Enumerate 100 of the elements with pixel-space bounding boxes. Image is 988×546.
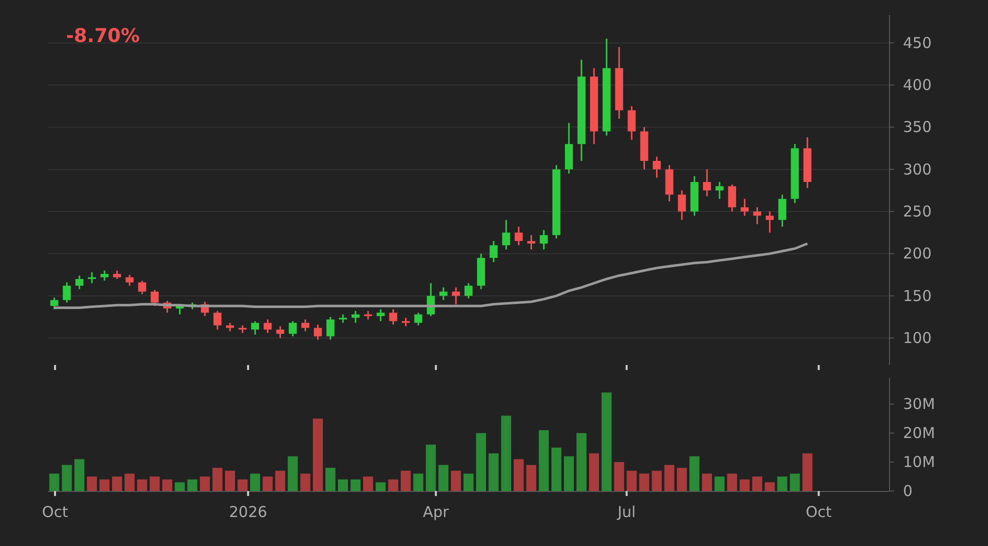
volume-bar (476, 433, 486, 491)
candlestick (62, 282, 71, 303)
volume-bar (124, 474, 135, 491)
volume-bar (538, 430, 549, 491)
candlestick (288, 321, 297, 336)
candlestick (364, 311, 372, 320)
candlestick (264, 319, 272, 333)
volume-bar (300, 474, 310, 491)
volume-bar (74, 459, 84, 491)
volume-bar (488, 453, 499, 491)
candlestick (150, 290, 159, 306)
volume-bar (564, 456, 574, 491)
candlestick (426, 283, 435, 316)
candlestick (126, 274, 134, 286)
candlestick (75, 276, 84, 290)
axis-label: 150 (903, 286, 932, 305)
volume-bar (652, 470, 662, 491)
candlestick (628, 106, 636, 140)
candlestick (652, 156, 661, 178)
candlestick (640, 127, 648, 170)
candlestick (326, 316, 334, 340)
axis-label: Oct (42, 503, 68, 521)
candlestick (301, 319, 310, 332)
axis-label: 100 (903, 329, 932, 347)
volume-bar (376, 482, 386, 491)
axis-label: 250 (903, 202, 932, 220)
volume-bar (438, 464, 448, 491)
volume-bar (589, 453, 600, 491)
volume-bar (714, 476, 725, 491)
candlestick (678, 190, 686, 220)
axis-label: 400 (903, 76, 932, 94)
volume-bar (262, 476, 273, 491)
candlestick (238, 325, 247, 333)
volume-bar (426, 444, 436, 491)
candlestick (490, 241, 498, 262)
volume-bar (212, 468, 222, 491)
candlestick (778, 194, 786, 227)
candlestick (213, 311, 222, 330)
axis-label: 20M (903, 424, 936, 442)
volume-bar (238, 479, 248, 491)
volume-bar (86, 476, 97, 491)
axis-label: 350 (903, 118, 932, 136)
volume-bar (464, 474, 474, 491)
volume-bar (614, 462, 624, 491)
axis-label: 30M (903, 395, 936, 414)
candlestick (163, 300, 172, 313)
volume-bar (664, 464, 674, 491)
volume-bar (551, 448, 562, 491)
candlestick (740, 198, 749, 216)
axis-label: 300 (903, 160, 932, 178)
candlestick (502, 220, 510, 250)
volume-bar (288, 456, 298, 491)
candlestick (464, 283, 472, 298)
volume-bar (275, 470, 286, 491)
volume-bar (689, 456, 700, 491)
volume-bar (576, 433, 586, 491)
volume-bar (137, 479, 148, 491)
volume-bar (639, 474, 650, 491)
volume-bar (174, 482, 185, 491)
axis-label: 2026 (229, 503, 268, 521)
candlestick (439, 287, 448, 300)
candlestick (138, 280, 146, 294)
volume-bar (777, 476, 788, 491)
candlestick (540, 230, 548, 250)
candlestick (389, 309, 398, 325)
volume-bar (802, 453, 812, 491)
volume-bar (413, 474, 424, 491)
candlestick (703, 169, 711, 196)
candlestick (615, 47, 624, 119)
volume-bar (764, 482, 775, 491)
volume-bar (388, 479, 398, 491)
axis-label: 200 (903, 244, 932, 263)
volume-bar (526, 464, 536, 491)
candlestick (402, 318, 410, 326)
volume-bar (62, 464, 72, 491)
candlestick (414, 312, 422, 326)
candlestick (314, 324, 322, 340)
axis-label: 0 (903, 482, 913, 500)
axis-label: Apr (422, 503, 449, 521)
volume-bar (150, 476, 160, 491)
volume-bar (112, 476, 122, 491)
candlestick (477, 254, 486, 290)
candlestick (226, 322, 234, 332)
candlestick (251, 321, 260, 335)
candlestick (716, 182, 724, 199)
volume-bar (626, 470, 637, 491)
candlestick (665, 165, 674, 202)
candlestick (352, 311, 360, 323)
axis-label: Oct (806, 503, 832, 521)
volume-bar (790, 474, 800, 491)
volume-bar (338, 479, 348, 491)
candlestick (176, 304, 184, 314)
candlestick (88, 272, 96, 284)
volume-bar (676, 468, 687, 491)
candlestick (527, 235, 536, 250)
volume-bar (350, 479, 361, 491)
volume-bar (752, 476, 762, 491)
candlestick (276, 326, 284, 338)
candlestick (564, 122, 573, 174)
axis-label: Jul (618, 503, 636, 521)
